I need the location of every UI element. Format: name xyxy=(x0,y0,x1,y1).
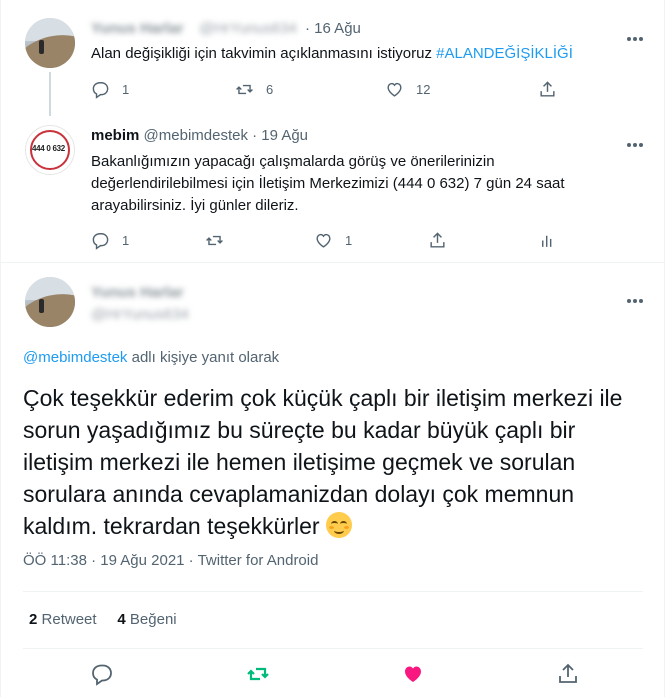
reply-button[interactable]: 1 xyxy=(91,80,129,99)
analytics-button[interactable] xyxy=(538,231,557,250)
reply-icon xyxy=(92,82,109,99)
more-icon[interactable] xyxy=(627,290,647,303)
reply-icon xyxy=(92,664,112,686)
share-button[interactable] xyxy=(556,662,580,686)
divider xyxy=(23,591,643,592)
reply-button[interactable] xyxy=(90,662,114,686)
like-icon xyxy=(316,233,331,248)
share-icon xyxy=(540,81,555,97)
analytics-icon xyxy=(542,235,552,247)
reply-context: @mebimdestek adlı kişiye yanıt olarak xyxy=(23,349,279,366)
author-name-blurred: Yunus Harlar xyxy=(91,284,184,301)
author-name-blurred: Yunus Harlar xyxy=(91,20,184,37)
like-count: 12 xyxy=(416,82,431,97)
like-count: 1 xyxy=(345,233,353,248)
like-stat-count: 4 xyxy=(117,611,126,628)
avatar-logo-text: 444 0 632 xyxy=(32,144,65,153)
like-button[interactable] xyxy=(401,662,425,686)
share-icon xyxy=(430,232,445,248)
tweet-time[interactable]: · 19 Ağu xyxy=(252,127,308,144)
divider xyxy=(1,262,664,263)
like-button[interactable]: 12 xyxy=(385,80,430,99)
retweet-count: 6 xyxy=(266,82,274,97)
more-icon[interactable] xyxy=(627,134,647,147)
tweet-line: arayabilirsiniz. İyi günler dileriz. xyxy=(91,197,299,214)
more-icon[interactable] xyxy=(627,28,647,41)
user-avatar[interactable] xyxy=(25,277,75,327)
author-handle-blurred: @HrYunus634 xyxy=(199,20,297,37)
reply-count: 1 xyxy=(122,82,130,97)
author-name[interactable]: mebim xyxy=(91,127,139,144)
reply-count: 1 xyxy=(122,233,130,248)
main-tweet-text: Çok teşekkür ederim çok küçük çaplı bir … xyxy=(23,382,633,542)
share-button[interactable] xyxy=(428,231,447,250)
divider xyxy=(23,648,643,649)
tweet-text: Alan değişikliği için takvimin açıklanma… xyxy=(91,44,573,64)
retweet-icon xyxy=(236,84,253,95)
user-avatar[interactable] xyxy=(25,18,75,68)
like-stat[interactable]: 4 Beğeni xyxy=(117,611,176,628)
retweet-button[interactable] xyxy=(246,662,270,686)
tweet-meta[interactable]: ÖÖ 11:38 · 19 Ağu 2021 · Twitter for And… xyxy=(23,552,318,569)
retweet-button[interactable] xyxy=(205,231,224,250)
retweet-stat-label: Retweet xyxy=(41,611,97,628)
retweet-stat-count: 2 xyxy=(29,611,38,628)
reply-to-suffix: adlı kişiye yanıt olarak xyxy=(131,349,280,366)
tweet-body: Alan değişikliği için takvimin açıklanma… xyxy=(91,45,432,62)
like-icon xyxy=(387,82,402,97)
mebim-avatar[interactable]: 444 0 632 xyxy=(25,125,75,175)
reply-button[interactable]: 1 xyxy=(91,231,129,250)
like-button[interactable]: 1 xyxy=(314,231,352,250)
retweet-icon xyxy=(247,667,269,681)
tweet-line: Bakanlığımızın yapacağı çalışmalarda gör… xyxy=(91,153,495,170)
retweet-stat[interactable]: 2 Retweet xyxy=(29,611,97,628)
share-button[interactable] xyxy=(538,80,557,99)
smiling-face-emoji xyxy=(325,512,352,538)
tweet-text: Bakanlığımızın yapacağı çalışmalarda gör… xyxy=(91,151,631,217)
tweet-header: mebim @mebimdestek · 19 Ağu xyxy=(91,127,308,144)
retweet-button[interactable]: 6 xyxy=(235,80,273,99)
reply-icon xyxy=(92,233,109,250)
tweet-time[interactable]: · 16 Ağu xyxy=(305,20,361,37)
tweet-line: değerlendirilebilmesi için İletişim Merk… xyxy=(91,175,565,192)
reply-to-link[interactable]: @mebimdestek xyxy=(23,349,127,366)
like-icon xyxy=(405,666,421,682)
thread-connector xyxy=(49,72,51,116)
tweet-thread: Yunus Harlar @HrYunus634 · 16 Ağu Alan d… xyxy=(0,0,665,697)
hashtag-link[interactable]: #ALANDEĞİŞİKLİĞİ xyxy=(436,45,573,62)
retweet-icon xyxy=(206,235,223,246)
share-icon xyxy=(559,663,577,683)
author-handle[interactable]: @mebimdestek xyxy=(144,127,248,144)
main-tweet-body: Çok teşekkür ederim çok küçük çaplı bir … xyxy=(23,385,623,539)
like-stat-label: Beğeni xyxy=(129,611,177,628)
engagement-stats: 2 Retweet 4 Beğeni xyxy=(29,611,177,628)
author-handle-blurred: @HrYunus634 xyxy=(91,306,189,323)
